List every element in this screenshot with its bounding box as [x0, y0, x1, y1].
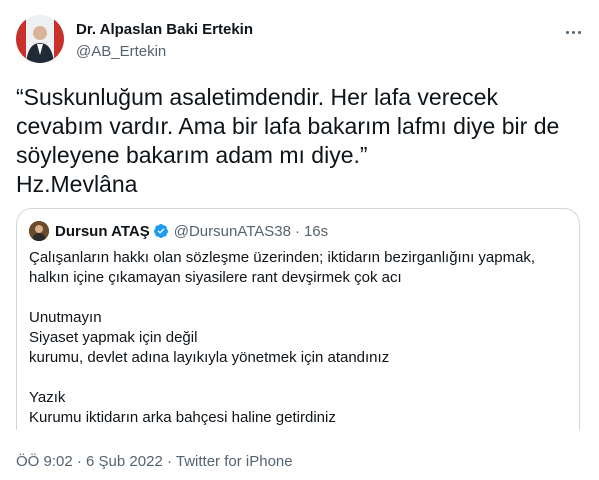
tweet-meta: ÖÖ 9:02 · 6 Şub 2022 · Twitter for iPhon… — [16, 453, 293, 470]
quoted-tweet-header: Dursun ATAŞ @DursunATAS38 · 16s — [29, 221, 328, 241]
quoted-author-avatar — [29, 221, 49, 241]
quoted-author-name: Dursun ATAŞ — [55, 222, 150, 240]
quoted-text-line: Unutmayın — [29, 309, 102, 326]
tweet-source[interactable]: Twitter for iPhone — [176, 453, 293, 470]
quoted-text-line: halkın içine çıkamayan siyasilere rant d… — [29, 269, 402, 286]
quoted-text-line: Yazık — [29, 389, 66, 406]
quoted-tweet-time[interactable]: 16s — [304, 223, 328, 240]
separator-dot: · — [166, 453, 172, 470]
quoted-author-handle: @DursunATAS38 — [173, 222, 291, 240]
author-handle[interactable]: @AB_Ertekin — [76, 43, 166, 60]
verified-badge-icon — [153, 224, 168, 238]
tweet-time[interactable]: ÖÖ 9:02 — [16, 453, 73, 470]
separator-dot: · — [76, 453, 82, 470]
quoted-text-line — [29, 368, 569, 388]
author-avatar[interactable] — [16, 15, 64, 63]
quoted-text-line: Çalışanların hakkı olan sözleşme üzerind… — [29, 249, 536, 266]
quoted-text-line: kurumu, devlet adına layıkıyla yönetmek … — [29, 349, 390, 366]
tweet-text-line: cevabım vardır. Ama bir lafa bakarım laf… — [16, 113, 560, 139]
tweet-text: “Suskunluğum asaletimdendir. Her lafa ve… — [16, 83, 576, 199]
tweet-text-line: Hz.Mevlâna — [16, 171, 138, 197]
quoted-text-line — [29, 288, 569, 308]
quoted-tweet-body: Çalışanların hakkı olan sözleşme üzerind… — [29, 248, 569, 428]
quoted-text-line: Siyaset yapmak için değil — [29, 329, 198, 346]
more-horizontal-icon[interactable] — [563, 22, 583, 42]
separator-dot: · — [294, 222, 300, 240]
author-name[interactable]: Dr. Alpaslan Baki Ertekin — [76, 21, 253, 38]
quoted-text-line: Kurumu iktidarın arka bahçesi haline get… — [29, 409, 336, 426]
tweet-text-line: “Suskunluğum asaletimdendir. Her lafa ve… — [16, 84, 498, 110]
tweet-text-line: söyleyene bakarım adam mı diye.” — [16, 142, 368, 168]
tweet-date[interactable]: 6 Şub 2022 — [86, 453, 163, 470]
quoted-tweet[interactable]: Dursun ATAŞ @DursunATAS38 · 16s Çalışanl… — [16, 208, 580, 430]
